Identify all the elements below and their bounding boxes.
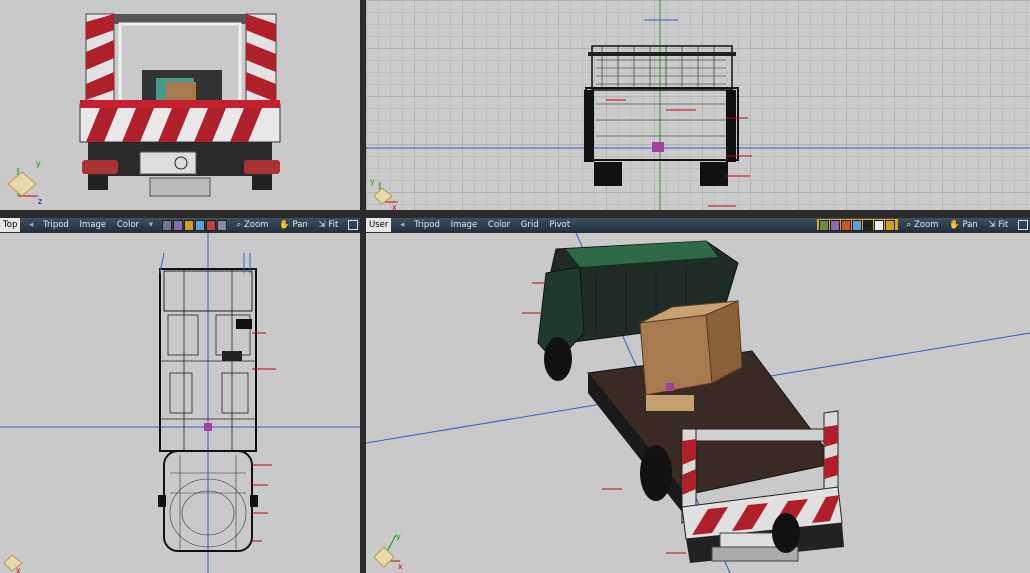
axis-gizmo-user: y x	[373, 532, 403, 571]
toolbar-grid-user[interactable]: Grid	[517, 218, 543, 232]
fit-button[interactable]: ⇲ Fit	[315, 218, 343, 232]
truck-perspective-render	[366, 233, 1030, 573]
zoom-button[interactable]: ⌕ Zoom	[232, 218, 272, 232]
toolbar-tripod-user[interactable]: Tripod	[410, 218, 444, 232]
axis-x-label-back: x	[392, 203, 397, 210]
dropdown-icon[interactable]: ▾	[146, 218, 156, 232]
axis-y-label: y	[36, 159, 41, 168]
viewport-back[interactable]: y x	[366, 0, 1030, 210]
toolbar-top-view: Top ◂ Tripod Image Color ▾ ⌕ Zoom ✋ Pan …	[0, 218, 360, 232]
toolbar-color[interactable]: Color	[113, 218, 143, 232]
toolbar-user-view: User ◂ Tripod Image Color Grid Pivot ⌕ Z…	[366, 218, 1030, 232]
view-name-top[interactable]: Top	[0, 218, 21, 232]
axis-z-label: z	[38, 197, 42, 206]
truck-wireframe-top	[0, 233, 360, 573]
fit-button-user[interactable]: ⇲ Fit	[985, 218, 1013, 232]
toolbar-color-user[interactable]: Color	[484, 218, 514, 232]
maximize-icon-user[interactable]	[1018, 219, 1028, 230]
toolbar-pivot-user[interactable]: Pivot	[545, 218, 574, 232]
toolbar-image[interactable]: Image	[76, 218, 111, 232]
axis-y-label-back: y	[370, 177, 375, 186]
toolbar-tripod[interactable]: Tripod	[39, 218, 73, 232]
truck-rear-render	[79, 13, 281, 197]
toolbar-image-user[interactable]: Image	[447, 218, 482, 232]
axis-y-label-user: y	[396, 532, 401, 541]
axis-gizmo-front: y z	[7, 159, 42, 206]
viewport-front[interactable]: y z	[0, 0, 360, 210]
axis-gizmo-back: y x	[370, 177, 398, 210]
maximize-icon[interactable]	[348, 219, 358, 230]
axis-gizmo-top: x	[3, 554, 23, 573]
viewport-top[interactable]: x	[0, 233, 360, 573]
arrow-left-icon-user[interactable]: ◂	[397, 218, 407, 232]
zoom-button-user[interactable]: ⌕ Zoom	[902, 218, 942, 232]
axis-x-label-top: x	[16, 566, 21, 573]
arrow-left-icon[interactable]: ◂	[26, 218, 36, 232]
truck-wireframe-back	[366, 0, 1030, 210]
shading-tools[interactable]	[161, 219, 228, 231]
pan-button-user[interactable]: ✋ Pan	[945, 218, 982, 232]
axis-x-label-user: x	[398, 562, 403, 571]
pan-button[interactable]: ✋ Pan	[275, 218, 312, 232]
shading-tools-user[interactable]	[816, 219, 898, 231]
view-name-user[interactable]: User	[366, 218, 392, 232]
viewport-user[interactable]: y x	[366, 233, 1030, 573]
